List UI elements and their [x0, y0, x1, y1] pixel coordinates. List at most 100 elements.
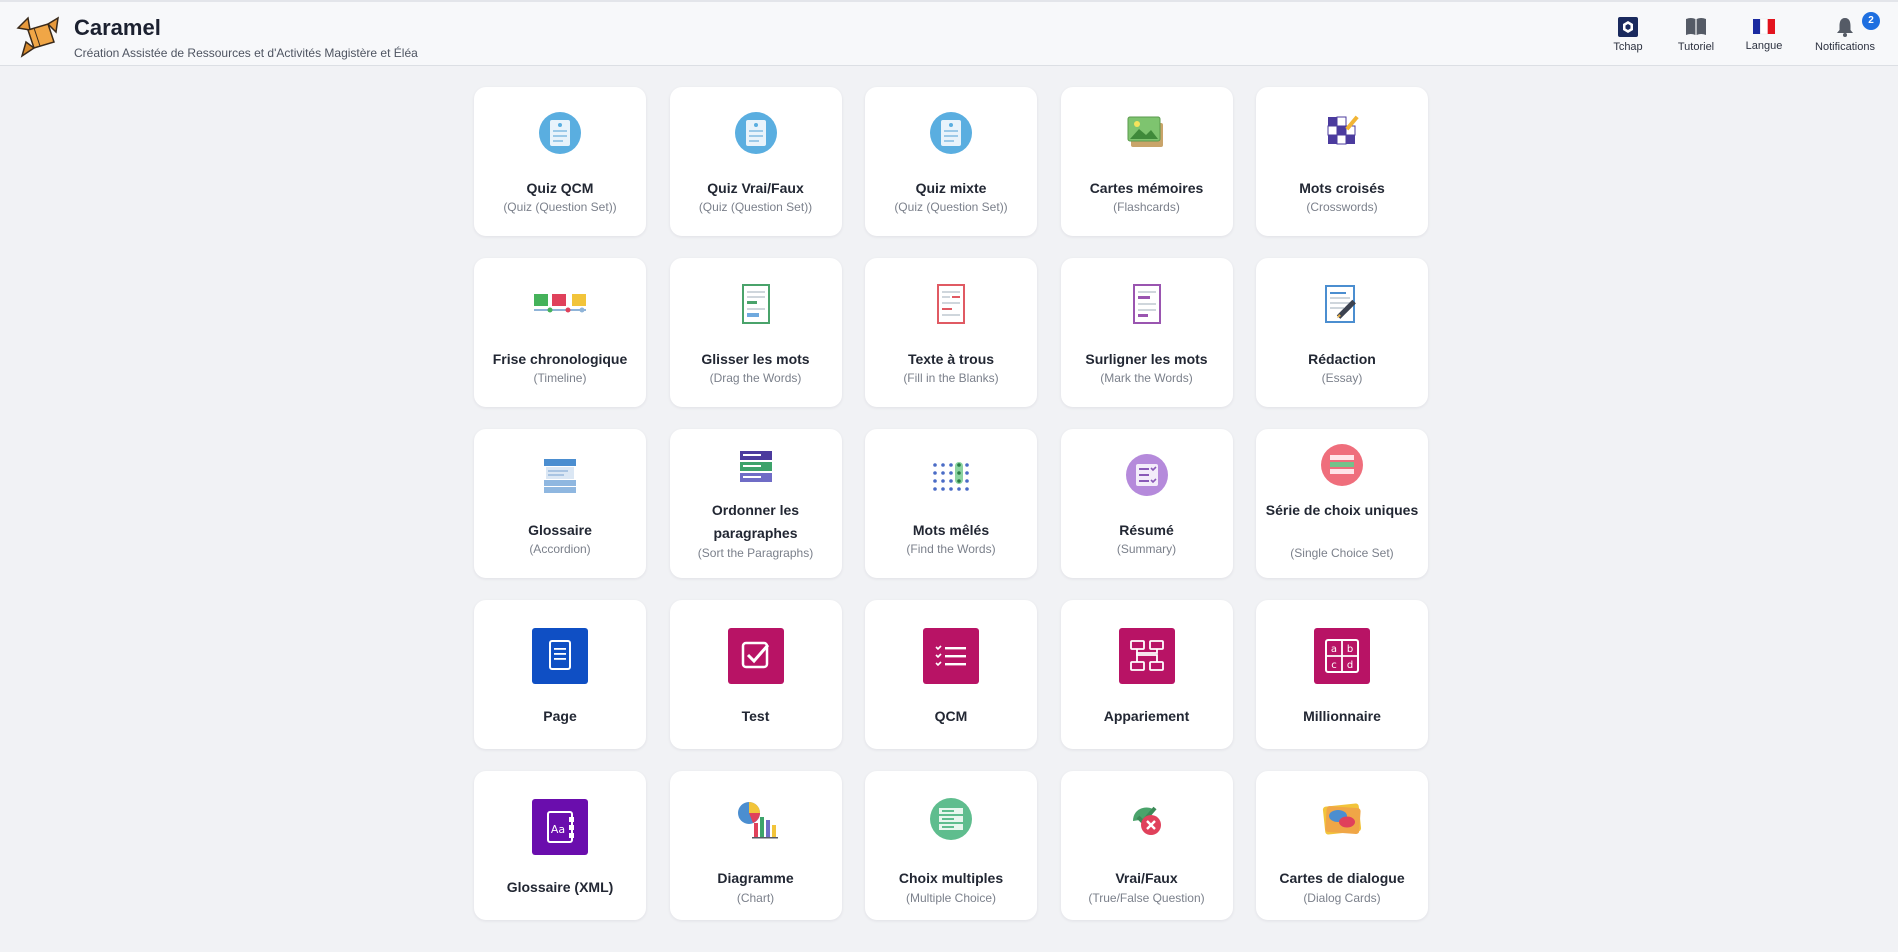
card-title: Mots mêlés: [912, 522, 990, 538]
card-title: Appariement: [1103, 708, 1190, 724]
caramel-logo-icon[interactable]: [14, 14, 62, 58]
card-test[interactable]: Test: [669, 600, 842, 749]
accordion-icon: [544, 459, 576, 493]
app-subtitle: Création Assistée de Ressources et d'Act…: [74, 46, 418, 60]
glossary-xml-icon: Aa: [532, 799, 588, 855]
card-title: Glossaire (XML): [506, 879, 614, 895]
card-title: Surligner les mots: [1085, 351, 1208, 367]
card-qcm[interactable]: QCM: [865, 600, 1037, 749]
card-subtitle: (Quiz (Question Set)): [698, 200, 813, 214]
card-title: Glossaire: [528, 522, 592, 538]
book-icon: [1686, 18, 1706, 35]
card-title: Texte à trous: [907, 351, 995, 367]
timeline-icon: [534, 294, 586, 313]
find-words-icon: [933, 462, 969, 491]
card-surligner-les-mots[interactable]: Surligner les mots (Mark the Words): [1060, 258, 1233, 407]
card-ordonner-les-paragraphes[interactable]: Ordonner les paragraphes (Sort the Parag…: [669, 429, 842, 578]
bell-icon: [1837, 18, 1853, 37]
activity-grid: Quiz QCM (Quiz (Question Set)) Quiz Vrai…: [474, 87, 1428, 920]
test-icon: [727, 628, 784, 684]
matching-icon: [1118, 628, 1175, 684]
card-title: Choix multiples: [898, 870, 1004, 886]
nav-notifications[interactable]: Notifications: [1795, 12, 1895, 58]
card-title: Série de choix uniques: [1265, 502, 1419, 518]
card-page[interactable]: Page: [474, 600, 646, 749]
card-cartes-de-dialogue[interactable]: Cartes de dialogue (Dialog Cards): [1256, 771, 1428, 920]
card-vrai-faux[interactable]: Vrai/Faux (True/False Question): [1060, 771, 1233, 920]
card-subtitle: (Timeline): [533, 371, 587, 385]
card-title: Quiz QCM: [526, 180, 594, 196]
card-redaction[interactable]: Rédaction (Essay): [1256, 258, 1428, 407]
chart-icon: [737, 802, 778, 839]
card-subtitle: (Essay): [1321, 371, 1363, 385]
card-mots-croises[interactable]: Mots croisés (Crosswords): [1256, 87, 1428, 236]
card-cartes-memoires[interactable]: Cartes mémoires (Flashcards): [1060, 87, 1233, 236]
card-subtitle: (Find the Words): [906, 542, 996, 556]
card-glossaire[interactable]: Glossaire (Accordion): [474, 429, 646, 578]
card-title: Résumé: [1119, 522, 1174, 538]
card-title: Cartes mémoires: [1089, 180, 1204, 196]
card-choix-multiples[interactable]: Choix multiples (Multiple Choice): [865, 771, 1037, 920]
card-title: Cartes de dialogue: [1279, 870, 1405, 886]
card-diagramme[interactable]: Diagramme (Chart): [669, 771, 842, 920]
flashcards-icon: [1127, 116, 1163, 147]
true-false-icon: [1132, 806, 1161, 835]
card-title: Quiz mixte: [915, 180, 987, 196]
card-subtitle: (Sort the Paragraphs): [697, 546, 814, 560]
svg-text:c: c: [1331, 660, 1337, 671]
card-title: Ordonner les paragraphes: [711, 502, 800, 541]
card-subtitle: (Chart): [736, 891, 775, 905]
card-subtitle: (Summary): [1116, 542, 1177, 556]
card-subtitle: (True/False Question): [1088, 891, 1205, 905]
card-title: Mots croisés: [1299, 180, 1385, 196]
card-title: Test: [741, 708, 770, 724]
multiple-choice-icon: [930, 798, 972, 840]
card-title: Diagramme: [717, 870, 794, 886]
card-title: Frise chronologique: [492, 351, 628, 367]
card-subtitle: (Multiple Choice): [905, 891, 997, 905]
card-subtitle: (Drag the Words): [709, 371, 802, 385]
card-title: Rédaction: [1308, 351, 1376, 367]
card-quiz-mixte[interactable]: Quiz mixte (Quiz (Question Set)): [865, 87, 1037, 236]
svg-text:a: a: [1331, 644, 1337, 655]
card-title: QCM: [934, 708, 968, 724]
dialog-cards-icon: [1322, 803, 1362, 835]
card-texte-a-trous[interactable]: Texte à trous (Fill in the Blanks): [865, 258, 1037, 407]
single-choice-icon: [1321, 444, 1363, 486]
card-quiz-qcm[interactable]: Quiz QCM (Quiz (Question Set)): [474, 87, 646, 236]
fill-blanks-icon: [937, 284, 965, 324]
card-resume[interactable]: Résumé (Summary): [1060, 429, 1233, 578]
millionaire-icon: a b c d: [1314, 628, 1370, 684]
card-glisser-les-mots[interactable]: Glisser les mots (Drag the Words): [669, 258, 842, 407]
svg-text:Aa: Aa: [551, 823, 565, 836]
card-appariement[interactable]: Appariement: [1060, 600, 1233, 749]
card-subtitle: (Fill in the Blanks): [903, 371, 999, 385]
page-icon: [532, 628, 588, 684]
card-subtitle: (Flashcards): [1113, 200, 1180, 214]
tchap-icon: [1618, 17, 1638, 37]
card-subtitle: (Crosswords): [1306, 200, 1378, 214]
card-millionnaire[interactable]: a b c d Millionnaire: [1256, 600, 1428, 749]
notification-badge: 2: [1862, 12, 1880, 30]
summary-icon: [1125, 454, 1168, 496]
card-title: Glisser les mots: [701, 351, 810, 367]
card-quiz-vrai-faux[interactable]: Quiz Vrai/Faux (Quiz (Question Set)): [669, 87, 842, 236]
card-subtitle: (Mark the Words): [1100, 371, 1193, 385]
card-title: Quiz Vrai/Faux: [707, 180, 804, 196]
qcm-icon: [923, 628, 979, 684]
card-title: Page: [543, 708, 577, 724]
card-subtitle: (Dialog Cards): [1303, 891, 1381, 905]
card-subtitle: (Single Choice Set): [1290, 546, 1394, 560]
card-serie-de-choix-uniques[interactable]: Série de choix uniques (Single Choice Se…: [1256, 429, 1428, 578]
svg-text:b: b: [1347, 644, 1353, 655]
quiz-icon: [930, 112, 972, 154]
card-title: Vrai/Faux: [1115, 870, 1178, 886]
nav-label-notifications: Notifications: [1815, 41, 1875, 53]
sort-paragraphs-icon: [739, 451, 772, 482]
card-subtitle: (Accordion): [529, 542, 591, 556]
card-mots-meles[interactable]: Mots mêlés (Find the Words): [865, 429, 1037, 578]
essay-icon: [1325, 285, 1356, 323]
card-title: Millionnaire: [1303, 708, 1381, 724]
card-frise-chronologique[interactable]: Frise chronologique (Timeline): [474, 258, 646, 407]
card-glossaire-xml[interactable]: Aa Glossaire (XML): [474, 771, 646, 920]
